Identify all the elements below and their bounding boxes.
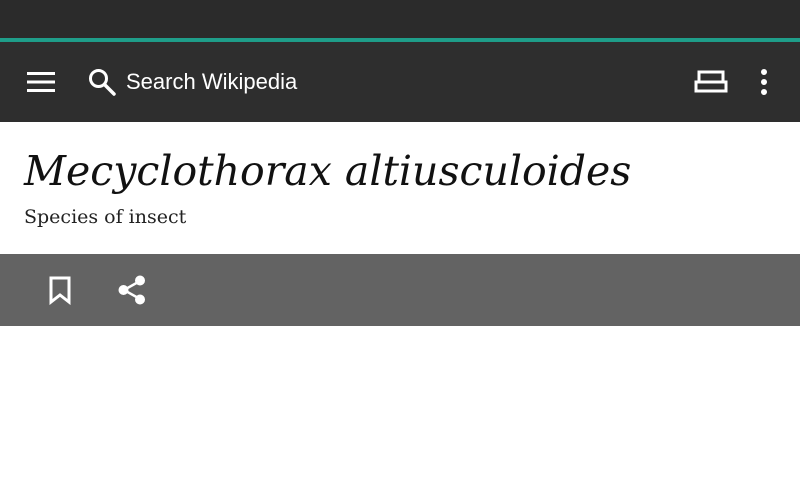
- share-icon: [118, 275, 145, 305]
- bookmark-button[interactable]: [40, 270, 80, 310]
- overflow-menu-icon: [761, 69, 767, 95]
- article-action-bar: [0, 254, 800, 326]
- reading-lists-icon: [694, 70, 728, 93]
- app-toolbar: Search Wikipedia: [0, 42, 800, 122]
- status-bar: [0, 0, 800, 38]
- article-header: Mecyclothorax altiusculoides Species of …: [0, 122, 800, 254]
- article-content: [0, 326, 800, 480]
- share-button[interactable]: [112, 270, 152, 310]
- page-title: Mecyclothorax altiusculoides: [24, 147, 632, 195]
- menu-button[interactable]: [20, 60, 64, 104]
- overflow-menu-button[interactable]: [744, 60, 784, 104]
- page-description: Species of insect: [24, 206, 187, 228]
- search-input[interactable]: Search Wikipedia: [126, 67, 297, 97]
- bookmark-icon: [49, 276, 71, 305]
- search-icon[interactable]: [84, 62, 120, 102]
- hamburger-menu-icon: [27, 72, 55, 92]
- reading-lists-button[interactable]: [688, 60, 734, 104]
